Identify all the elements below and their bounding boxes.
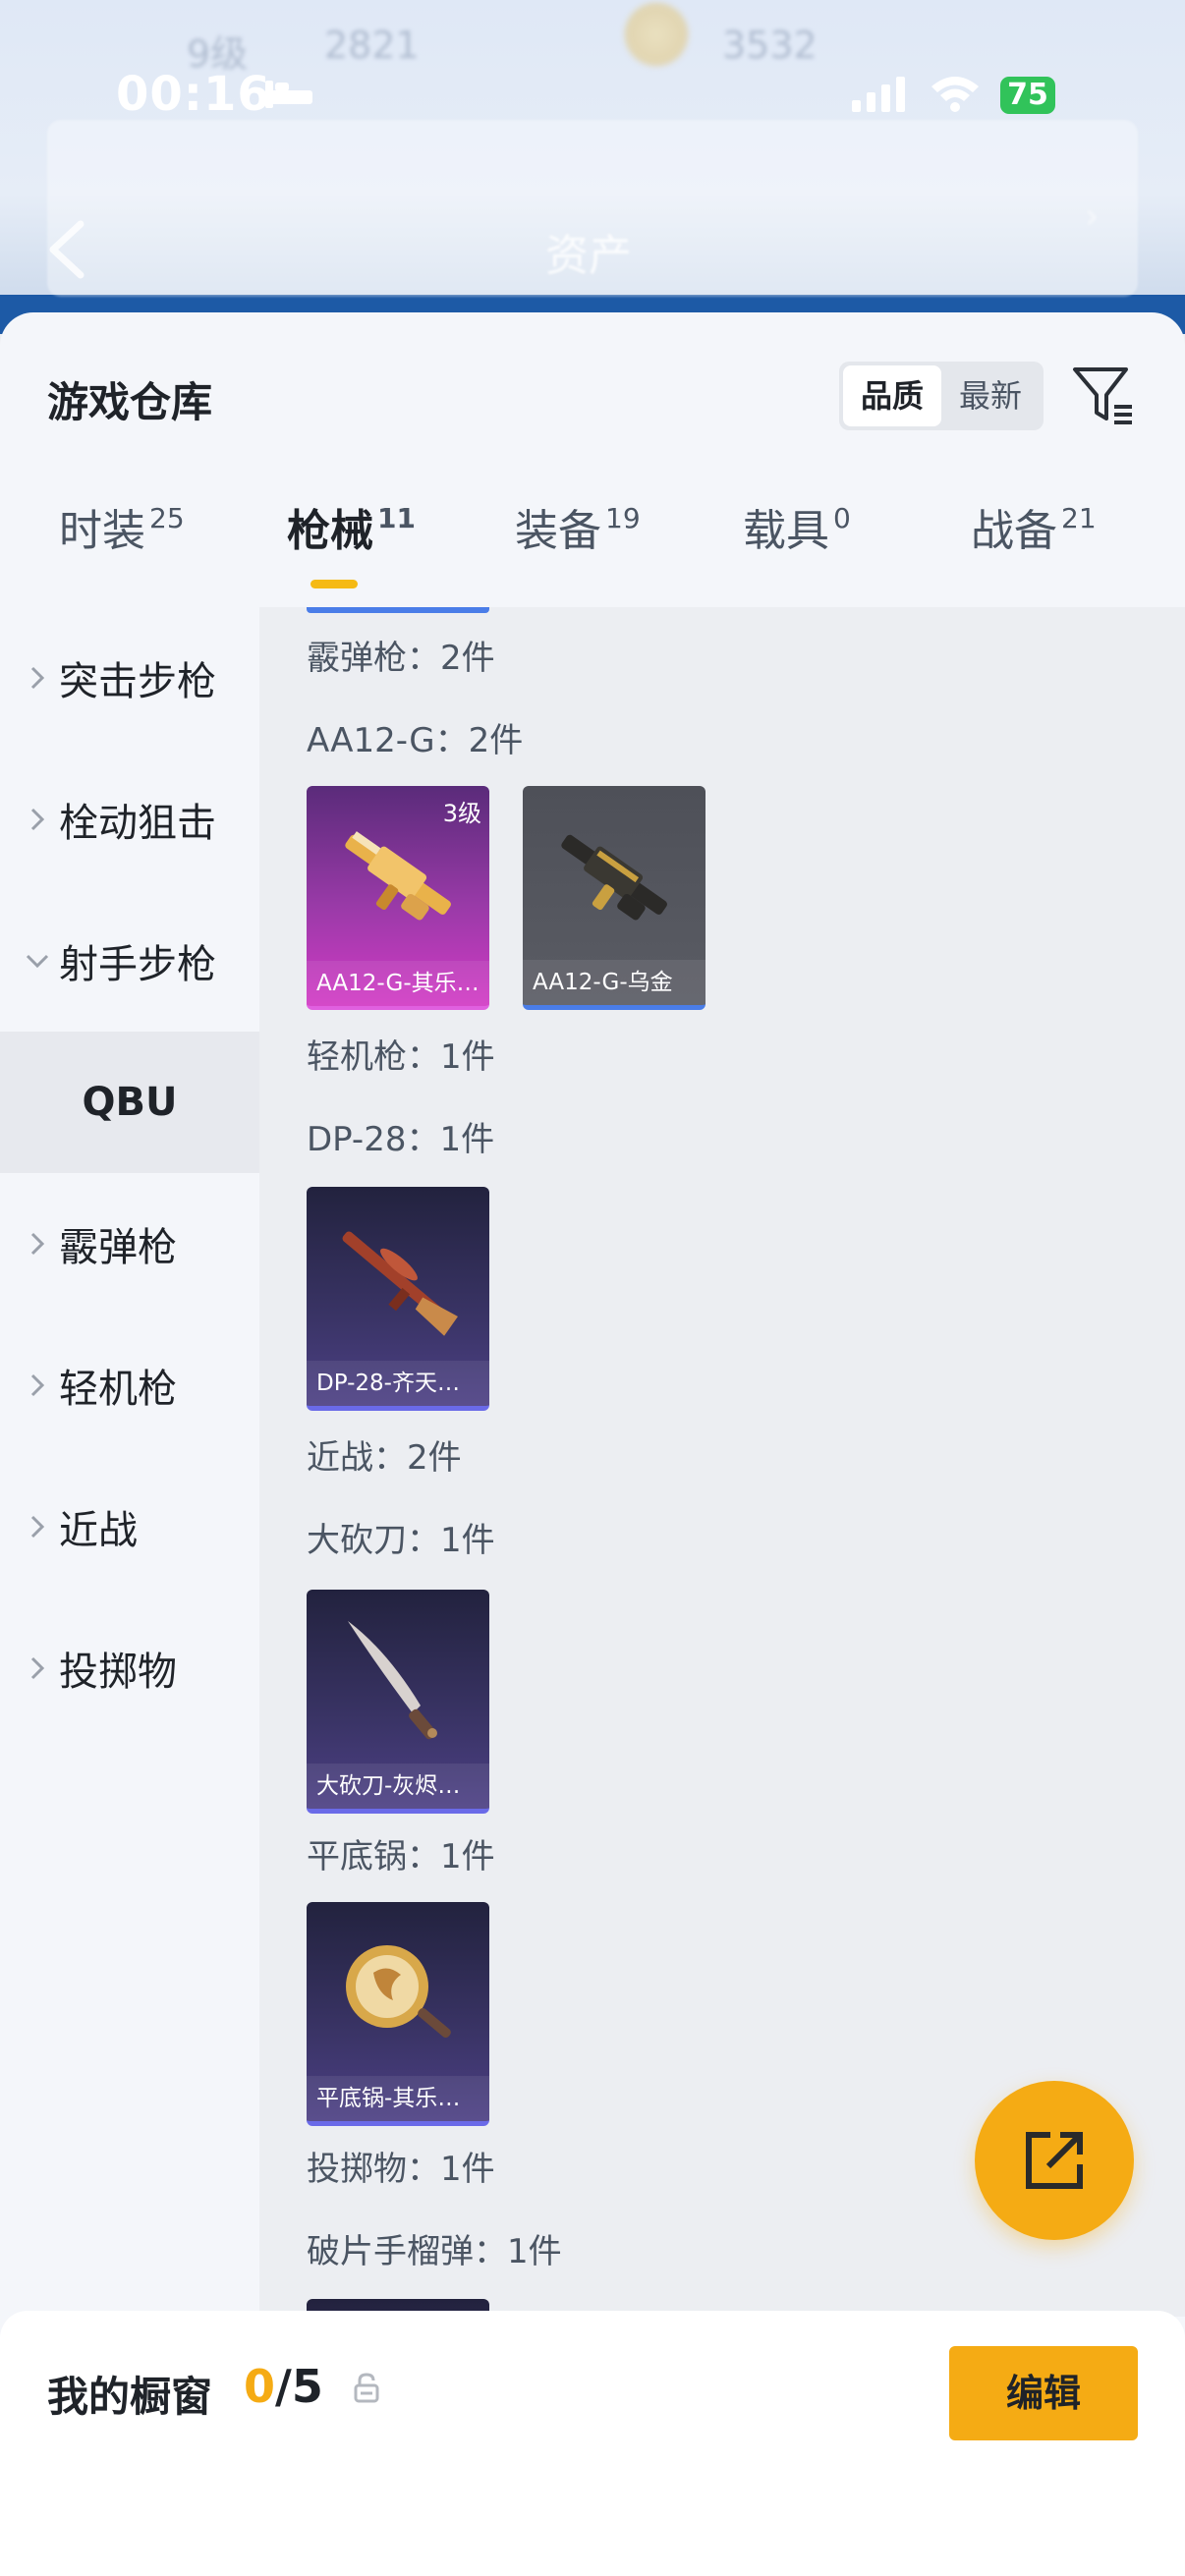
chevron-down-icon	[26, 954, 49, 969]
tab-count: 19	[605, 502, 641, 534]
background-points: 3532	[722, 24, 818, 67]
category-tabs: 时装 25 枪械 11 装备 19 载具 0 战备 21	[0, 489, 1185, 607]
group-header-shotgun: 霰弹枪：2件	[307, 639, 495, 678]
battery-indicator: 75	[1000, 77, 1055, 114]
tab-supplies[interactable]: 战备 21	[971, 495, 1097, 558]
sidebar-item-melee[interactable]: 近战	[0, 1456, 259, 1597]
tab-count: 11	[377, 502, 416, 534]
wifi-icon	[931, 77, 979, 112]
sidebar-item-label: 投掷物	[59, 1650, 177, 1695]
rank-badge-icon	[622, 0, 691, 69]
sheet-title: 游戏仓库	[47, 378, 213, 426]
sort-newest-option[interactable]: 最新	[941, 365, 1040, 426]
share-button[interactable]	[975, 2081, 1134, 2240]
subgroup-header-machete: 大砍刀：1件	[307, 1521, 495, 1560]
sidebar-item-bolt-sniper[interactable]: 栓动狙击	[0, 749, 259, 890]
cellular-signal-icon	[852, 77, 905, 112]
sidebar-item-label: QBU	[82, 1080, 178, 1125]
scrolled-card-edge	[307, 607, 489, 613]
tab-guns[interactable]: 枪械 11	[287, 495, 416, 558]
sidebar-subitem-qbu[interactable]: QBU	[0, 1032, 259, 1173]
sidebar-item-throwable[interactable]: 投掷物	[0, 1597, 259, 1739]
item-card-machete[interactable]: 大砍刀-灰烬之牙	[307, 1590, 489, 1814]
tab-count: 21	[1061, 502, 1097, 534]
sidebar-item-lmg[interactable]: 轻机枪	[0, 1315, 259, 1456]
subgroup-header-aa12: AA12-G：2件	[307, 721, 524, 760]
shotgun-image	[345, 831, 451, 921]
item-list: 霰弹枪：2件 AA12-G：2件 3级 AA12-G-其乐融融 AA12-G-乌…	[259, 607, 1185, 2317]
shotgun-image	[561, 834, 667, 921]
external-link-icon	[1026, 2132, 1083, 2189]
active-tab-indicator	[310, 580, 358, 588]
chevron-right-icon: ›	[1085, 196, 1100, 237]
tab-label: 时装	[59, 506, 145, 556]
item-name: 大砍刀-灰烬之牙	[307, 1764, 489, 1809]
edit-button[interactable]: 编辑	[949, 2346, 1138, 2440]
sidebar-item-shotgun[interactable]: 霰弹枪	[0, 1173, 259, 1315]
sidebar-item-dmr[interactable]: 射手步枪	[0, 890, 259, 1032]
subgroup-header-dp28: DP-28：1件	[307, 1120, 495, 1159]
item-name: AA12-G-其乐融融	[307, 961, 489, 1006]
tab-equipment[interactable]: 装备 19	[515, 495, 641, 558]
category-sidebar: 突击步枪 栓动狙击 射手步枪 QBU 霰弹枪 轻机枪 近战 投掷物	[0, 607, 259, 2317]
group-header-throwable: 投掷物：1件	[307, 2150, 495, 2189]
sort-toggle: 品质 最新	[839, 362, 1044, 430]
showcase-bar: 我的橱窗 0/5 编辑	[0, 2311, 1185, 2576]
frying-pan-image	[346, 1945, 451, 2039]
item-name: DP-28-齐天大圣	[307, 1361, 489, 1406]
subgroup-header-grenade: 破片手榴弹：1件	[307, 2232, 562, 2271]
sort-quality-option[interactable]: 品质	[843, 365, 941, 426]
chevron-right-icon	[30, 1656, 45, 1680]
machete-image	[348, 1621, 437, 1740]
item-card-aa12-golden[interactable]: 3级 AA12-G-其乐融融	[307, 786, 489, 1010]
sidebar-item-label: 霰弹枪	[59, 1225, 177, 1270]
tab-count: 0	[833, 502, 851, 534]
showcase-label: 我的橱窗	[47, 2373, 213, 2421]
chevron-right-icon	[30, 1232, 45, 1256]
tab-label: 枪械	[287, 506, 373, 556]
item-level-badge: 3级	[442, 800, 481, 827]
showcase-current: 0	[244, 2360, 276, 2413]
group-header-melee: 近战：2件	[307, 1438, 462, 1478]
sidebar-item-assault-rifle[interactable]: 突击步枪	[0, 607, 259, 749]
chevron-right-icon	[30, 666, 45, 690]
back-arrow-icon[interactable]	[45, 218, 88, 281]
item-name: AA12-G-乌金	[523, 960, 705, 1005]
showcase-total: /5	[275, 2360, 323, 2413]
sidebar-item-label: 突击步枪	[59, 659, 216, 704]
background-views: 2821	[324, 24, 420, 67]
filter-icon[interactable]	[1071, 364, 1136, 428]
tab-label: 战备	[971, 506, 1057, 556]
tab-vehicles[interactable]: 载具 0	[743, 495, 851, 558]
status-time: 00:16	[116, 67, 271, 122]
item-name: 平底锅-其乐融融	[307, 2076, 489, 2121]
sidebar-item-label: 栓动狙击	[59, 801, 216, 846]
page-title: 资产	[545, 231, 632, 281]
showcase-count: 0/5	[244, 2360, 323, 2413]
item-card-aa12-black-gold[interactable]: AA12-G-乌金	[523, 786, 705, 1010]
lock-icon	[354, 2373, 379, 2403]
item-card-dp28[interactable]: DP-28-齐天大圣	[307, 1187, 489, 1411]
machine-gun-image	[342, 1231, 458, 1336]
sidebar-item-label: 近战	[59, 1508, 138, 1553]
sleep-mode-icon	[265, 81, 312, 108]
subgroup-header-pan: 平底锅：1件	[307, 1837, 495, 1876]
sidebar-item-label: 射手步枪	[59, 942, 216, 987]
group-header-lmg: 轻机枪：1件	[307, 1037, 495, 1077]
tab-fashion[interactable]: 时装 25	[59, 495, 185, 558]
chevron-right-icon	[30, 808, 45, 831]
item-card-pan[interactable]: 平底锅-其乐融融	[307, 1902, 489, 2126]
tab-label: 载具	[743, 506, 829, 556]
chevron-right-icon	[30, 1373, 45, 1397]
tab-count: 25	[149, 502, 185, 534]
chevron-right-icon	[30, 1515, 45, 1539]
sidebar-item-label: 轻机枪	[59, 1367, 177, 1412]
warehouse-sheet: 游戏仓库 品质 最新 时装 25 枪械 11 装备 19 载具 0 战备 21 突击步枪 …	[0, 312, 1185, 2576]
tab-label: 装备	[515, 506, 601, 556]
